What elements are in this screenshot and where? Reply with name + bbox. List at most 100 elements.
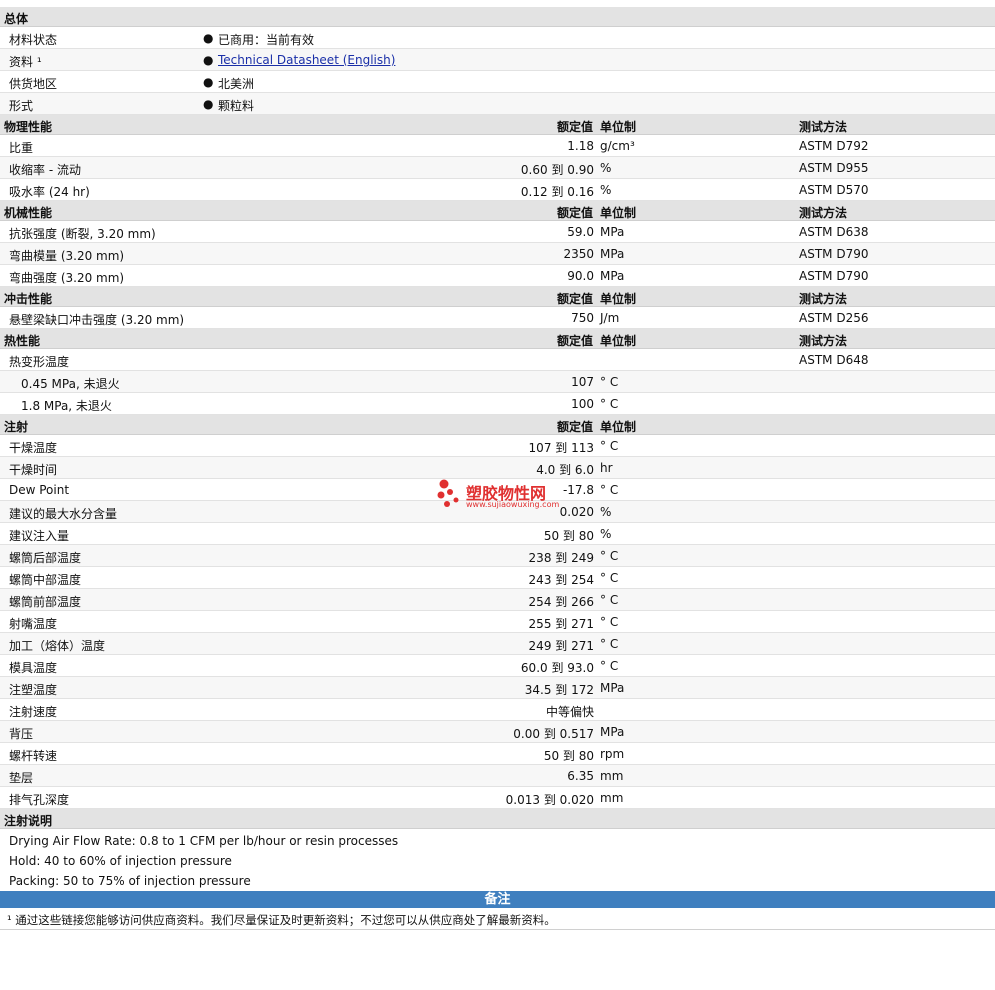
row-unit: ° C (600, 549, 619, 563)
row-unit: MPa (600, 247, 625, 261)
bullet-icon: ● (203, 97, 214, 111)
row-unit: g/cm³ (600, 139, 635, 153)
mechanical-row: 弯曲强度 (3.20 mm) 90.0 MPa ASTM D790 (0, 265, 995, 287)
note-line: Hold: 40 to 60% of injection pressure (9, 854, 232, 868)
section-physical-header: 物理性能 额定值 单位制 测试方法 (0, 115, 995, 135)
row-unit: ° C (600, 659, 619, 673)
column-header-value: 额定值 (556, 334, 593, 348)
row-value: 中等偏快 (545, 705, 594, 719)
row-label: 干燥时间 (9, 463, 58, 477)
injection-row: 注射速度 中等偏快 (0, 699, 995, 721)
row-label: 排气孔深度 (9, 793, 70, 807)
row-label: 形式 (9, 99, 34, 113)
row-unit: MPa (600, 225, 625, 239)
mechanical-row: 抗张强度 (断裂, 3.20 mm) 59.0 MPa ASTM D638 (0, 221, 995, 243)
section-title: 冲击性能 (4, 292, 53, 306)
thermal-row: 0.45 MPa, 未退火 107 ° C (0, 371, 995, 393)
column-header-test: 测试方法 (799, 334, 848, 348)
row-value: 59.0 (567, 225, 594, 239)
section-title: 物理性能 (4, 120, 53, 134)
row-value: 已商用：当前有效 (218, 33, 315, 47)
row-value: 0.60 到 0.90 (520, 163, 594, 177)
section-thermal-header: 热性能 额定值 单位制 测试方法 (0, 329, 995, 349)
row-label: 干燥温度 (9, 441, 58, 455)
row-label: 螺筒后部温度 (9, 551, 82, 565)
row-label: 资料 ¹ (9, 55, 42, 69)
row-unit: ° C (600, 375, 619, 389)
row-unit: mm (600, 769, 624, 783)
section-title: 热性能 (4, 334, 41, 348)
section-title: 注射 (4, 420, 29, 434)
row-value: 北美洲 (218, 77, 255, 91)
row-label: 1.8 MPa, 未退火 (21, 399, 112, 413)
bullet-icon: ● (203, 53, 214, 67)
row-label: 加工（熔体）温度 (9, 639, 106, 653)
remarks-header: 备注 (0, 891, 995, 908)
row-label: 注射速度 (9, 705, 58, 719)
note-line: Packing: 50 to 75% of injection pressure (9, 874, 251, 888)
column-header-value: 额定值 (556, 206, 593, 220)
row-unit: ° C (600, 439, 619, 453)
row-unit: ° C (600, 593, 619, 607)
row-label: 射嘴温度 (9, 617, 58, 631)
column-header-test: 测试方法 (799, 120, 848, 134)
column-header-unit: 单位制 (600, 420, 637, 434)
bullet-icon: ● (203, 75, 214, 89)
row-unit: mm (600, 791, 624, 805)
row-unit: ° C (600, 483, 619, 497)
row-label: 垫层 (9, 771, 34, 785)
injection-row: 干燥温度 107 到 113 ° C (0, 435, 995, 457)
row-unit: % (600, 527, 612, 541)
row-label: 建议注入量 (9, 529, 70, 543)
general-row: 形式 ● 颗粒料 (0, 93, 995, 115)
row-label: 吸水率 (24 hr) (9, 185, 90, 199)
injection-row: 建议注入量 50 到 80% (0, 523, 995, 545)
row-unit: ° C (600, 397, 619, 411)
row-value: 107 到 113 (528, 441, 594, 455)
row-unit: % (600, 505, 612, 519)
thermal-row: 1.8 MPa, 未退火 100 ° C (0, 393, 995, 415)
injection-row: 模具温度 60.0 到 93.0 ° C (0, 655, 995, 677)
note-line: Drying Air Flow Rate: 0.8 to 1 CFM per l… (9, 834, 399, 848)
injection-row: 螺杆转速 50 到 80 rpm (0, 743, 995, 765)
column-header-value: 额定值 (556, 292, 593, 306)
row-value: 50 到 80 (543, 529, 594, 543)
row-unit: MPa (600, 269, 625, 283)
watermark-logo: 塑胶物性网 www.sujiaowuxing.com (436, 476, 576, 516)
section-title: 注射说明 (4, 814, 53, 828)
row-unit: J/m (600, 311, 620, 325)
row-label: 建议的最大水分含量 (9, 507, 118, 521)
row-unit: MPa (600, 725, 625, 739)
row-test-method: ASTM D790 (799, 247, 869, 261)
row-value: 255 到 271 (528, 617, 594, 631)
row-unit: ° C (600, 571, 619, 585)
row-unit: MPa (600, 681, 625, 695)
row-test-method: ASTM D648 (799, 353, 869, 367)
injection-row: 螺筒后部温度 238 到 249 ° C (0, 545, 995, 567)
row-value: 254 到 266 (528, 595, 594, 609)
row-label: 比重 (9, 141, 34, 155)
row-unit: hr (600, 461, 613, 475)
row-label: 0.45 MPa, 未退火 (21, 377, 120, 391)
injection-row: 螺筒中部温度 243 到 254 ° C (0, 567, 995, 589)
physical-row: 收缩率 - 流动 0.60 到 0.90% ASTM D955 (0, 157, 995, 179)
footnote-row: ¹ 通过这些链接您能够访问供应商资料。我们尽量保证及时更新资料；不过您可以从供应… (0, 908, 995, 930)
row-label: 模具温度 (9, 661, 58, 675)
row-value: 243 到 254 (528, 573, 594, 587)
row-value: 90.0 (567, 269, 594, 283)
row-label: 背压 (9, 727, 34, 741)
row-value: 750 (571, 311, 594, 325)
row-label: 悬壁梁缺口冲击强度 (3.20 mm) (9, 313, 185, 327)
physical-row: 吸水率 (24 hr) 0.12 到 0.16% ASTM D570 (0, 179, 995, 201)
datasheet-link[interactable]: Technical Datasheet (English) (218, 53, 395, 67)
injection-row: 垫层 6.35 mm (0, 765, 995, 787)
row-value: 0.00 到 0.517 (513, 727, 594, 741)
row-unit: rpm (600, 747, 625, 761)
row-label: 热变形温度 (9, 355, 70, 369)
row-value: 2350 (563, 247, 594, 261)
row-value: 60.0 到 93.0 (520, 661, 594, 675)
watermark-dots-icon (437, 479, 459, 507)
row-label: 弯曲模量 (3.20 mm) (9, 249, 125, 263)
injection-row: 加工（熔体）温度 249 到 271 ° C (0, 633, 995, 655)
column-header-value: 额定值 (556, 420, 593, 434)
